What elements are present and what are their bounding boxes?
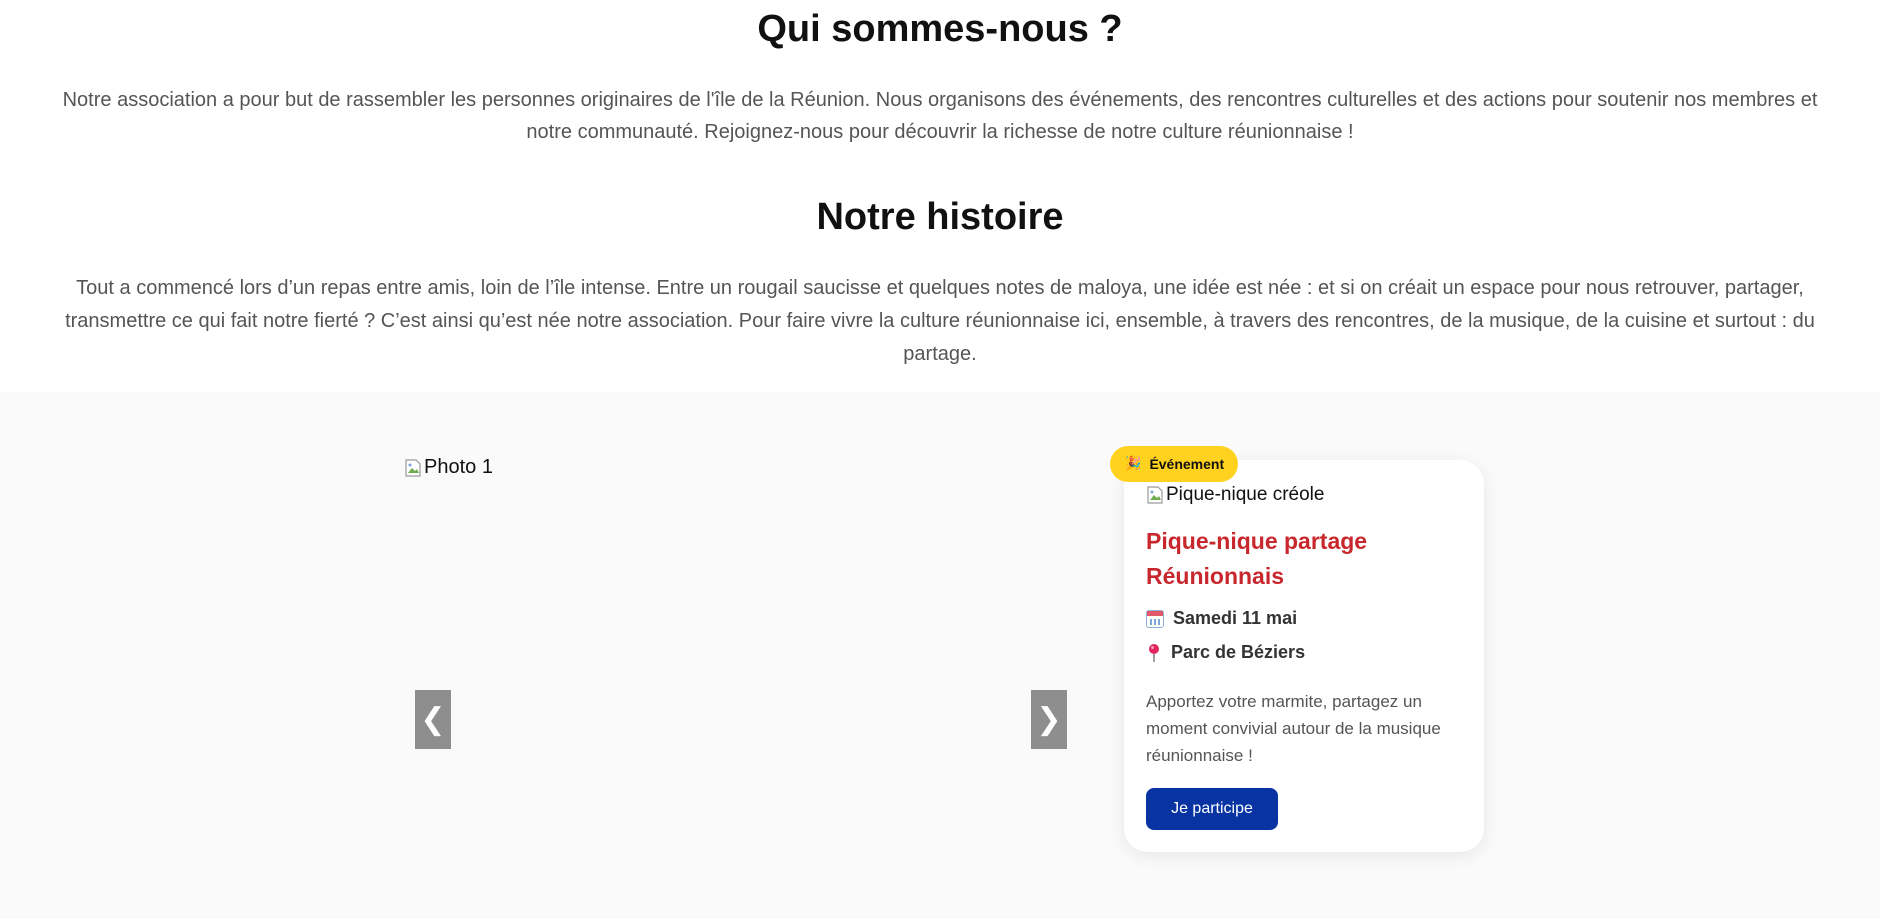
event-badge-label: Événement	[1149, 456, 1225, 472]
event-image-alt: Pique-nique créole	[1166, 484, 1325, 505]
photo-carousel: Photo 1 ❮ ❯	[402, 456, 1068, 836]
event-card: 🎉 Événement Pique-nique créole Pique-niq…	[1110, 446, 1484, 852]
about-title: Qui sommes-nous ?	[757, 8, 1123, 50]
broken-image-icon	[1146, 485, 1164, 505]
event-place-text: Parc de Béziers	[1171, 642, 1306, 662]
party-popper-icon: 🎉	[1124, 456, 1142, 472]
gallery-section: Photo 1 ❮ ❯ 🎉 Événement Pique-nique créo…	[0, 392, 1880, 919]
history-text: Tout a commencé lors d’un repas entre am…	[65, 277, 1815, 365]
event-date-text: Samedi 11 mai	[1173, 608, 1298, 628]
event-place: Parc de Béziers	[1146, 642, 1305, 663]
event-badge: 🎉 Événement	[1110, 446, 1239, 482]
participate-button[interactable]: Je participe	[1146, 788, 1278, 830]
broken-image-icon	[404, 458, 422, 478]
event-image: Pique-nique créole	[1146, 484, 1324, 506]
carousel-image-alt: Photo 1	[424, 456, 493, 478]
calendar-icon	[1146, 609, 1164, 628]
event-description: Apportez votre marmite, partagez un mome…	[1146, 692, 1441, 765]
carousel-image: Photo 1	[404, 456, 493, 479]
event-date: Samedi 11 mai	[1146, 608, 1297, 629]
carousel-prev-button[interactable]: ❮	[415, 690, 451, 749]
pin-icon	[1146, 643, 1162, 663]
event-title: Pique-nique partage Réunionnais	[1146, 528, 1368, 589]
about-text: Notre association a pour but de rassembl…	[62, 89, 1818, 143]
carousel-next-button[interactable]: ❯	[1031, 690, 1067, 749]
history-title: Notre histoire	[816, 196, 1064, 238]
